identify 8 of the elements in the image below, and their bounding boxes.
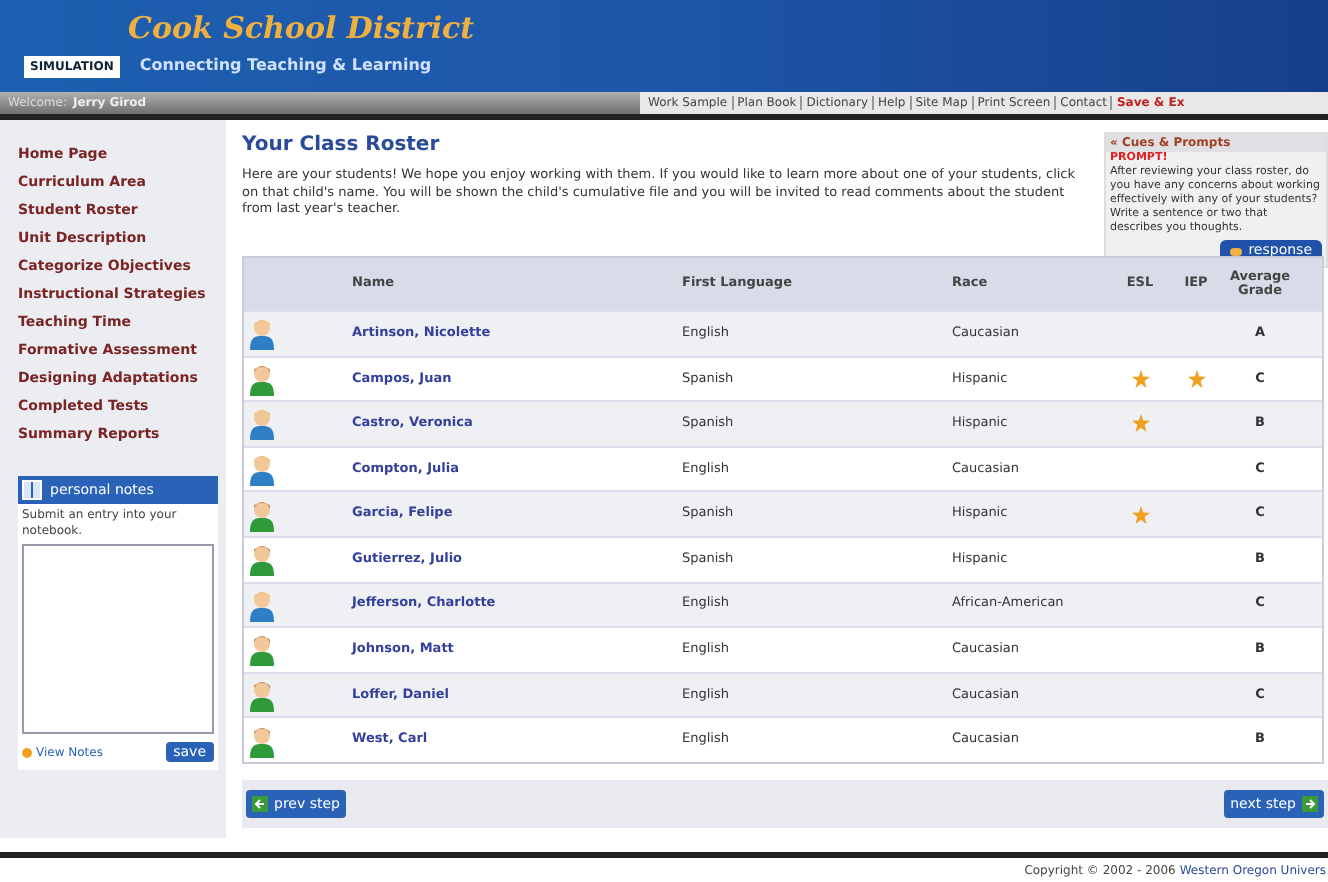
- tagline: Connecting Teaching & Learning: [139, 54, 432, 78]
- site-title: Cook School District: [126, 8, 477, 48]
- notes-field[interactable]: [22, 544, 214, 734]
- bullet-icon: [22, 747, 32, 757]
- speech-icon: [1230, 247, 1243, 255]
- left-arrow-icon: [252, 795, 268, 812]
- page-title: Your Class Roster: [242, 132, 442, 160]
- right-arrow-icon: [1302, 795, 1318, 812]
